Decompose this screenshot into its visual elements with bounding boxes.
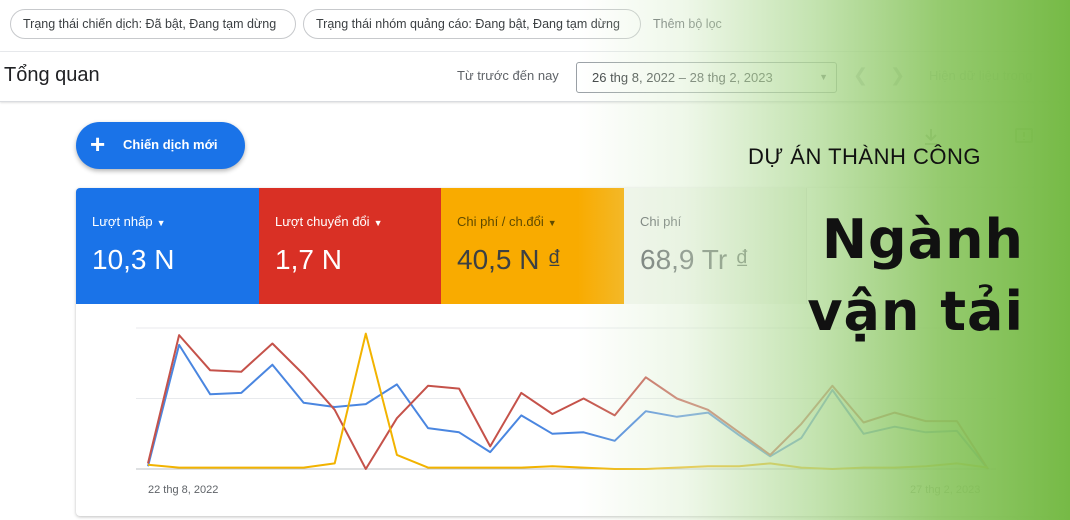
overview-header: Tổng quan Từ trước đến nay 26 thg 8, 202…	[0, 52, 1070, 102]
caret-down-icon: ▼	[373, 218, 383, 228]
page-title: Tổng quan	[4, 64, 100, 86]
metric-label: Chi phí	[640, 214, 682, 229]
add-filter-link[interactable]: Thêm bộ lọc	[653, 9, 722, 39]
x-axis-end-label: 27 thg 2, 2023	[910, 484, 981, 496]
date-range-value: 26 thg 8, 2022 – 28 thg 2, 2023	[592, 70, 773, 85]
promo-title: Ngành vận tải	[807, 208, 1024, 343]
date-range-picker[interactable]: 26 thg 8, 2022 – 28 thg 2, 2023 ▼	[576, 62, 837, 93]
caret-down-icon: ▼	[547, 218, 557, 228]
metric-label: Lượt nhấp	[92, 214, 153, 229]
caret-down-icon: ▼	[819, 72, 828, 82]
feedback-icon[interactable]	[1013, 126, 1035, 148]
new-campaign-button[interactable]: + Chiến dịch mới	[76, 122, 245, 169]
metric-tile-conversions[interactable]: Lượt chuyển đổi ▼ 1,7 N	[259, 188, 441, 304]
caret-down-icon: ▼	[156, 218, 166, 228]
date-range-label: Từ trước đến nay	[457, 68, 559, 83]
promo-subtitle: DỰ ÁN THÀNH CÔNG	[748, 144, 981, 169]
metric-value: 10,3 N	[92, 244, 175, 275]
series-line-2	[147, 332, 989, 470]
filter-bar: Trạng thái chiến dịch: Đã bật, Đang tạm …	[0, 0, 1070, 52]
metric-tile-cost-per-conversion[interactable]: Chi phí / ch.đổi ▼ 40,5 N ₫	[441, 188, 624, 304]
metric-label: Lượt chuyển đổi	[275, 214, 370, 229]
metric-value: 1,7 N	[275, 244, 342, 275]
metric-value: 68,9 Tr ₫	[640, 244, 750, 275]
series-line-1	[147, 334, 989, 470]
show-data-link[interactable]: Hiện dữ liệu trong	[929, 68, 1032, 83]
campaign-status-filter-chip[interactable]: Trạng thái chiến dịch: Đã bật, Đang tạm …	[10, 9, 296, 39]
metric-tile-clicks[interactable]: Lượt nhấp ▼ 10,3 N	[76, 188, 259, 304]
x-axis-start-label: 22 thg 8, 2022	[148, 484, 219, 496]
new-campaign-label: Chiến dịch mới	[123, 137, 218, 152]
metric-label: Chi phí / ch.đổi	[457, 214, 544, 229]
plus-icon: +	[90, 129, 106, 159]
ad-group-status-filter-chip[interactable]: Trạng thái nhóm quảng cáo: Đang bật, Đan…	[303, 9, 641, 39]
chevron-left-icon[interactable]: ❮	[853, 65, 868, 86]
chevron-right-icon[interactable]: ❯	[890, 65, 905, 86]
metric-value: 40,5 N ₫	[457, 244, 562, 275]
